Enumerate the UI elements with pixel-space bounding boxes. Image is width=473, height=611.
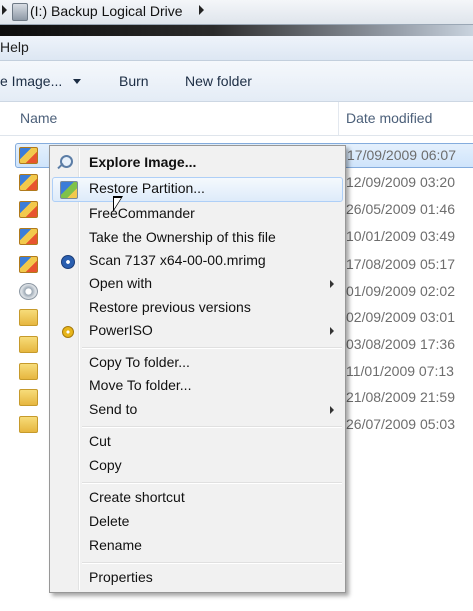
- gear-icon: [19, 283, 38, 300]
- menu-item-label: Scan 7137 x64-00-00.mrimg: [89, 252, 266, 268]
- folder-icon: [19, 389, 38, 406]
- image-folder-icon: [19, 228, 38, 245]
- file-date: 26/05/2009 01:46: [346, 201, 455, 217]
- menu-item-rename[interactable]: Rename: [52, 535, 343, 558]
- menu-item-label: Copy: [89, 457, 122, 473]
- menu-item-open-with[interactable]: Open with: [52, 273, 343, 296]
- menu-item-move-to-folder[interactable]: Move To folder...: [52, 375, 343, 398]
- menu-item-cut[interactable]: Cut: [52, 431, 343, 454]
- image-folder-icon: [19, 147, 38, 164]
- poweriso-icon: [62, 326, 74, 338]
- image-folder-icon: [19, 201, 38, 218]
- menu-item-label: Restore previous versions: [89, 299, 251, 315]
- burn-button[interactable]: Burn: [119, 73, 149, 89]
- mouse-cursor-fill: [114, 198, 121, 209]
- menu-item-label: Rename: [89, 537, 142, 553]
- menu-item-label: Open with: [89, 275, 153, 291]
- menu-item-label: Delete: [89, 513, 130, 529]
- menu-item-restore-previous-versions[interactable]: Restore previous versions: [52, 297, 343, 320]
- file-date: 17/09/2009 06:07: [347, 147, 456, 163]
- menu-bar: Help: [0, 36, 473, 61]
- menu-item-scan[interactable]: Scan 7137 x64-00-00.mrimg: [52, 250, 343, 273]
- window-frame: [0, 25, 473, 36]
- submenu-arrow-icon: [330, 327, 334, 335]
- submenu-arrow-icon: [330, 406, 334, 414]
- menu-item-label: Explore Image...: [89, 154, 197, 170]
- menu-item-label: Send to: [89, 401, 138, 417]
- menu-item-freecommander[interactable]: FreeCommander: [52, 203, 343, 226]
- new-folder-button[interactable]: New folder: [185, 73, 252, 89]
- menu-separator: [82, 426, 342, 428]
- menu-item-label: Copy To folder...: [89, 354, 190, 370]
- menu-item-label: Create shortcut: [89, 489, 185, 505]
- restore-partition-icon: [60, 181, 78, 199]
- image-folder-icon: [19, 256, 38, 273]
- menu-item-label: Properties: [89, 569, 153, 585]
- menu-item-label: Move To folder...: [89, 377, 192, 393]
- folder-icon: [19, 309, 38, 326]
- image-folder-icon: [19, 174, 38, 191]
- menu-item-label: Restore Partition...: [89, 180, 205, 196]
- menu-help[interactable]: Help: [0, 39, 29, 55]
- menu-item-send-to[interactable]: Send to: [52, 399, 343, 422]
- menu-separator: [82, 562, 342, 564]
- menu-item-explore-image[interactable]: Explore Image...: [52, 152, 343, 175]
- menu-item-label: FreeCommander: [89, 205, 195, 221]
- folder-icon: [19, 336, 38, 353]
- column-header-date-modified[interactable]: Date modified: [346, 110, 432, 126]
- menu-item-copy[interactable]: Copy: [52, 455, 343, 478]
- address-bar[interactable]: (I:) Backup Logical Drive: [0, 0, 473, 25]
- scan-icon: [61, 255, 75, 269]
- breadcrumb-path[interactable]: (I:) Backup Logical Drive: [30, 3, 183, 19]
- file-date: 17/08/2009 05:17: [346, 256, 455, 272]
- folder-icon: [19, 363, 38, 380]
- menu-item-take-ownership[interactable]: Take the Ownership of this file: [52, 227, 343, 250]
- menu-separator: [82, 347, 342, 349]
- menu-item-properties[interactable]: Properties: [52, 567, 343, 590]
- file-date: 11/01/2009 07:13: [346, 363, 454, 379]
- menu-item-poweriso[interactable]: PowerISO: [52, 320, 343, 343]
- submenu-arrow-icon: [330, 280, 334, 288]
- menu-separator: [82, 482, 342, 484]
- file-date: 10/01/2009 03:49: [346, 228, 455, 244]
- column-divider[interactable]: [338, 102, 339, 135]
- breadcrumb-arrow-icon[interactable]: [2, 5, 7, 15]
- column-headers: Name Date modified: [0, 102, 473, 136]
- image-menu-button[interactable]: e Image...: [0, 73, 62, 89]
- folder-icon: [19, 416, 38, 433]
- file-date: 02/09/2009 03:01: [346, 309, 455, 325]
- file-date: 03/08/2009 17:36: [346, 336, 455, 352]
- menu-item-delete[interactable]: Delete: [52, 511, 343, 534]
- context-menu: Explore Image... Restore Partition... Fr…: [49, 145, 346, 593]
- menu-item-restore-partition[interactable]: Restore Partition...: [52, 177, 343, 202]
- drive-icon: [12, 3, 28, 21]
- file-date: 21/08/2009 21:59: [346, 389, 455, 405]
- column-header-name[interactable]: Name: [20, 110, 57, 126]
- menu-item-label: PowerISO: [89, 322, 153, 338]
- menu-item-label: Cut: [89, 433, 111, 449]
- menu-item-copy-to-folder[interactable]: Copy To folder...: [52, 352, 343, 375]
- command-toolbar: e Image... Burn New folder: [0, 61, 473, 102]
- file-date: 01/09/2009 02:02: [346, 283, 455, 299]
- breadcrumb-arrow-icon[interactable]: [199, 5, 204, 15]
- chevron-down-icon[interactable]: [73, 79, 81, 84]
- menu-item-create-shortcut[interactable]: Create shortcut: [52, 487, 343, 510]
- file-date: 12/09/2009 03:20: [346, 174, 455, 190]
- file-date: 26/07/2009 05:03: [346, 416, 455, 432]
- menu-item-label: Take the Ownership of this file: [89, 229, 276, 245]
